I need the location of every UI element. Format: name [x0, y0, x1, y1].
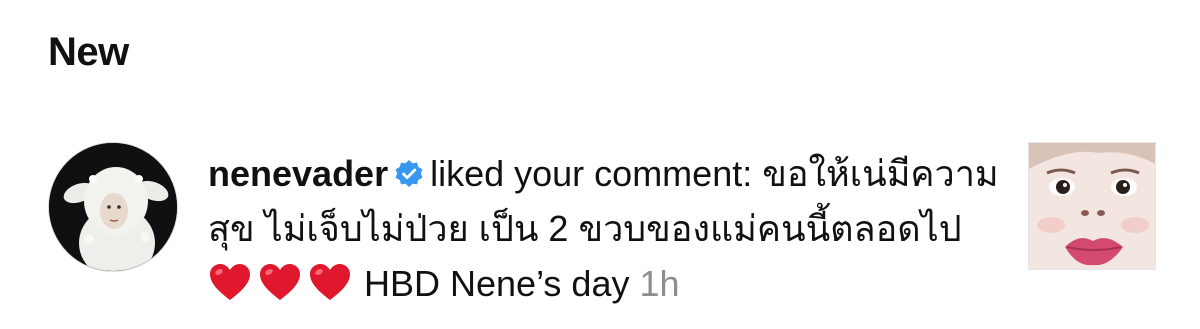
notification-row[interactable]: nenevader liked your comment: ขอให้เน่มี…: [48, 142, 1156, 306]
sheep-costume-avatar-icon[interactable]: [48, 142, 178, 272]
red-heart-icon: [308, 262, 352, 302]
post-thumbnail-face-icon[interactable]: [1028, 142, 1156, 270]
username-link[interactable]: nenevader: [208, 153, 388, 194]
notification-action: liked your comment:: [430, 153, 753, 194]
hearts-group: [208, 263, 358, 304]
red-heart-icon: [258, 262, 302, 302]
timestamp: 1h: [639, 263, 680, 304]
notification-text: nenevader liked your comment: ขอให้เน่มี…: [208, 146, 1008, 311]
section-title-new: New: [48, 30, 129, 74]
verified-badge-icon: [394, 159, 424, 189]
red-heart-icon: [208, 262, 252, 302]
comment-suffix: HBD Nene’s day: [364, 263, 630, 304]
